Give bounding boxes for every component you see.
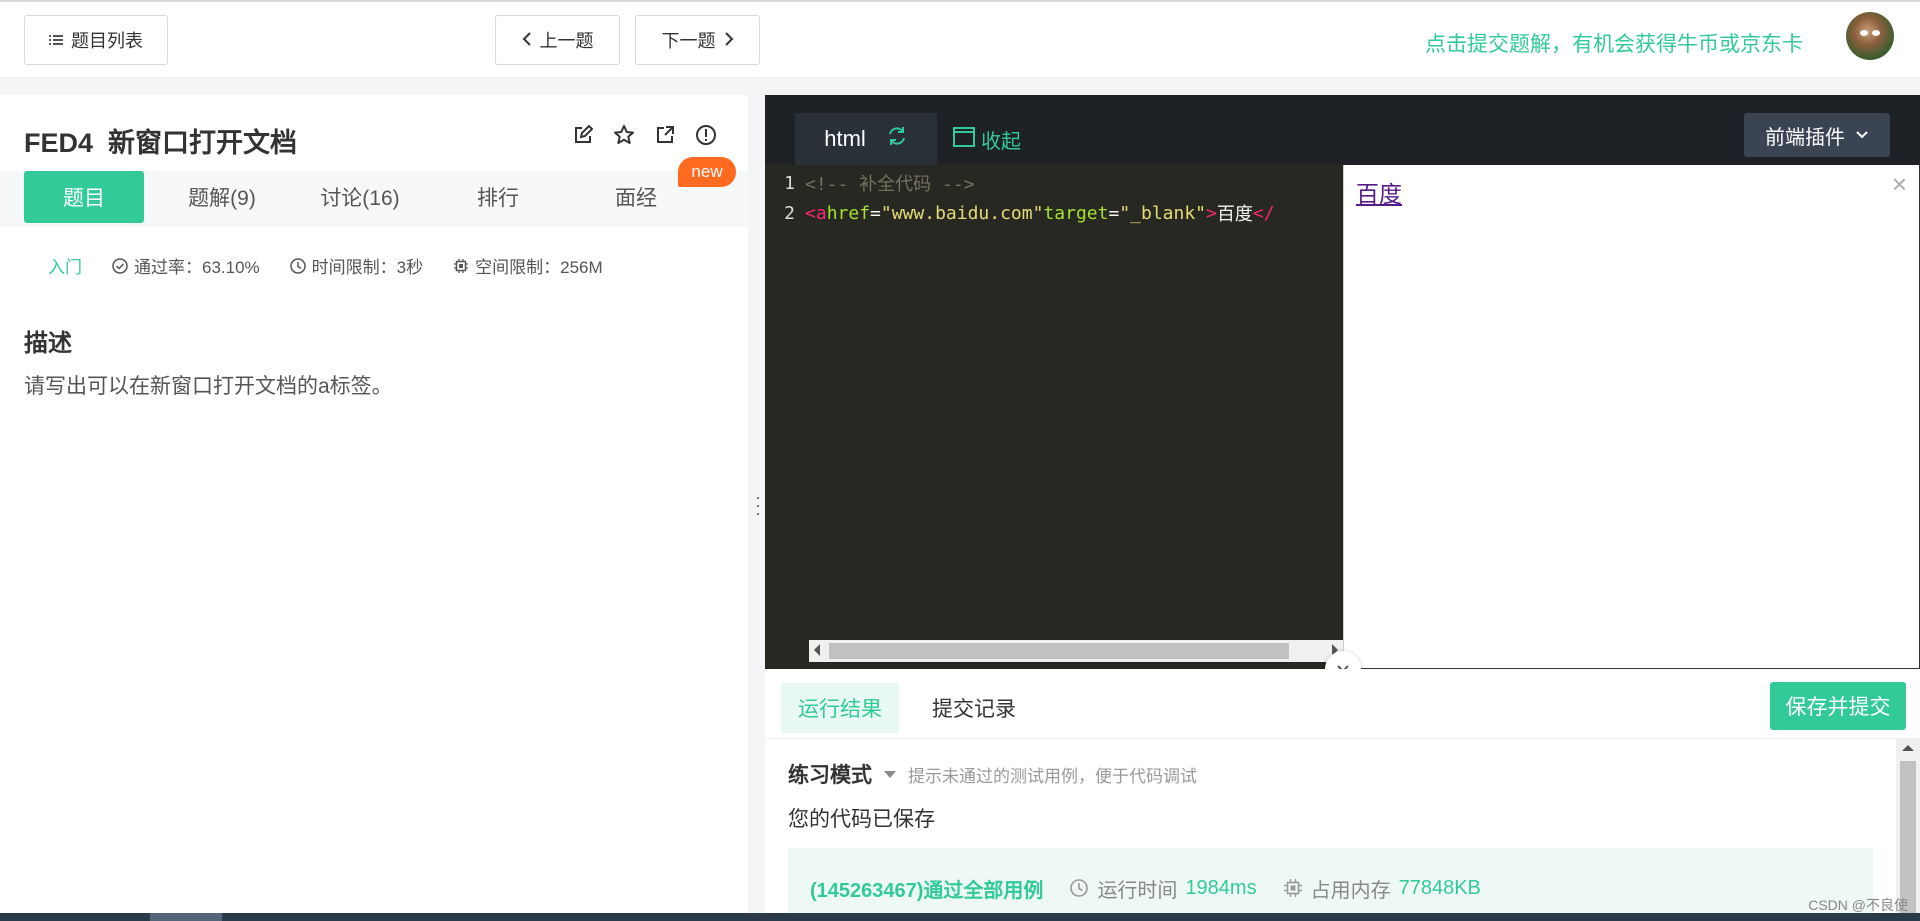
clock-icon (289, 257, 306, 274)
line-number: 2 (784, 202, 795, 224)
pass-rate: 通过率：63.10% (134, 258, 260, 277)
question-id: FED4 (24, 128, 94, 158)
tab-submit-history[interactable]: 提交记录 (915, 683, 1033, 733)
language-label: html (824, 126, 866, 151)
avatar[interactable] (1846, 12, 1894, 60)
tab-solutions[interactable]: 题解(9) (162, 171, 282, 223)
check-circle-icon (112, 257, 128, 274)
next-question-label: 下一题 (661, 31, 716, 51)
next-question-button[interactable]: 下一题 (635, 15, 760, 65)
question-panel: FED4 新窗口打开文档 题目 题解(9) 讨论(16) 排行 面经 new 入… (0, 95, 748, 921)
description-heading: 描述 (24, 330, 72, 357)
runtime-label: 运行时间 (1097, 879, 1178, 902)
chip-icon (454, 258, 469, 273)
code-tag: </ (1252, 202, 1275, 224)
watermark: CSDN @不良使 (1808, 897, 1908, 913)
star-icon[interactable] (613, 124, 635, 146)
saved-message: 您的代码已保存 (788, 808, 935, 831)
code-comment: <!-- 补全代码 --> (805, 174, 975, 195)
mode-label: 练习模式 (788, 764, 872, 787)
horizontal-scrollbar[interactable] (809, 640, 1343, 662)
preview-pane: 百度 × (1343, 165, 1920, 669)
close-icon[interactable]: × (1892, 169, 1907, 200)
question-tabs: 题目 题解(9) 讨论(16) 排行 面经 (0, 171, 748, 227)
edit-icon[interactable] (572, 124, 594, 146)
result-tabs: 运行结果 提交记录 保存并提交 (765, 669, 1920, 739)
tab-discussion[interactable]: 讨论(16) (300, 171, 420, 223)
promo-link[interactable]: 点击提交题解，有机会获得牛币或京东卡 (1425, 28, 1803, 58)
plugin-label: 前端插件 (1765, 126, 1845, 149)
memory-value: 77848KB (1398, 876, 1481, 899)
pass-status: (145263467)通过全部用例 (810, 879, 1044, 902)
code-tag: > (1206, 202, 1217, 224)
tab-question[interactable]: 题目 (24, 171, 144, 223)
clock-icon (1070, 879, 1089, 897)
save-submit-button[interactable]: 保存并提交 (1770, 682, 1906, 730)
top-bar: 题目列表 上一题 下一题 点击提交题解，有机会获得牛币或京东卡 (0, 0, 1920, 77)
code-eq: = (1108, 202, 1120, 224)
result-summary: (145263467)通过全部用例 运行时间 1984ms 占用内存 77848… (788, 848, 1873, 921)
memory-label: 占用内存 (1310, 879, 1391, 902)
list-icon (49, 30, 63, 51)
runtime-value: 1984ms (1185, 876, 1257, 899)
chevron-left-icon (522, 30, 532, 51)
code-attr: href (826, 202, 871, 224)
caret-down-icon (884, 770, 896, 778)
prev-question-button[interactable]: 上一题 (495, 15, 620, 65)
scrollbar-thumb[interactable] (829, 643, 1289, 659)
strip-segment (150, 913, 222, 921)
question-list-label: 题目列表 (71, 31, 143, 51)
description-text: 请写出可以在新窗口打开文档的a标签。 (24, 375, 393, 398)
mode-selector[interactable]: 练习模式 提示未通过的测试用例，便于代码调试 (788, 759, 1197, 789)
code-line: 1 <!-- 补全代码 --> (765, 168, 975, 198)
collapse-label: 收起 (981, 131, 1021, 153)
prev-question-label: 上一题 (539, 31, 594, 51)
panel-icon (953, 126, 975, 153)
scrollbar-thumb[interactable] (1900, 761, 1916, 916)
plugin-dropdown[interactable]: 前端插件 (1744, 113, 1890, 157)
share-icon[interactable] (654, 124, 676, 146)
question-title: 新窗口打开文档 (108, 128, 298, 158)
vertical-scrollbar[interactable] (1896, 739, 1920, 921)
refresh-icon[interactable] (886, 125, 908, 153)
question-list-button[interactable]: 题目列表 (24, 15, 168, 65)
scroll-up-arrow[interactable] (1902, 745, 1914, 751)
preview-link[interactable]: 百度 (1356, 175, 1402, 209)
code-text: 百度 (1216, 204, 1253, 225)
mode-hint: 提示未通过的测试用例，便于代码调试 (908, 766, 1197, 786)
tab-run-result[interactable]: 运行结果 (781, 683, 899, 733)
code-line: 2 <a href = "www.baidu.com" target = "_blank… (765, 198, 1275, 228)
code-tag: <a (805, 202, 827, 224)
tab-html[interactable]: html (795, 113, 937, 165)
editor-header: html 收起 前端插件 (765, 95, 1920, 165)
memory-limit: 空间限制：256M (475, 258, 603, 277)
question-meta: 入门 通过率：63.10% 时间限制：3秒 空间限制：256M (48, 253, 633, 278)
bottom-strip (0, 913, 1920, 921)
code-eq: = (870, 202, 881, 224)
page-title: FED4 新窗口打开文档 (24, 121, 297, 160)
editor-panel: html 收起 前端插件 1 <!-- 补全代码 --> 2 <a href = "… (765, 95, 1920, 921)
scroll-left-arrow[interactable] (814, 644, 820, 656)
code-string: "www.baidu.com" (880, 202, 1044, 224)
tab-ranking[interactable]: 排行 (438, 171, 558, 223)
code-string: "_blank" (1119, 202, 1207, 224)
code-attr: target (1043, 202, 1109, 224)
chip-icon (1283, 879, 1302, 897)
chevron-right-icon (724, 30, 734, 51)
chevron-down-icon (1856, 131, 1868, 139)
code-editor[interactable]: 1 <!-- 补全代码 --> 2 <a href = "www.baidu.com… (765, 165, 1343, 669)
new-badge: new (678, 157, 736, 187)
difficulty-label: 入门 (48, 258, 82, 277)
title-actions (572, 124, 717, 146)
panel-resize-handle[interactable]: · · · (755, 488, 761, 522)
line-number: 1 (784, 172, 795, 194)
collapse-button[interactable]: 收起 (953, 125, 1021, 154)
time-limit: 时间限制：3秒 (311, 258, 424, 277)
report-icon[interactable] (695, 124, 717, 146)
